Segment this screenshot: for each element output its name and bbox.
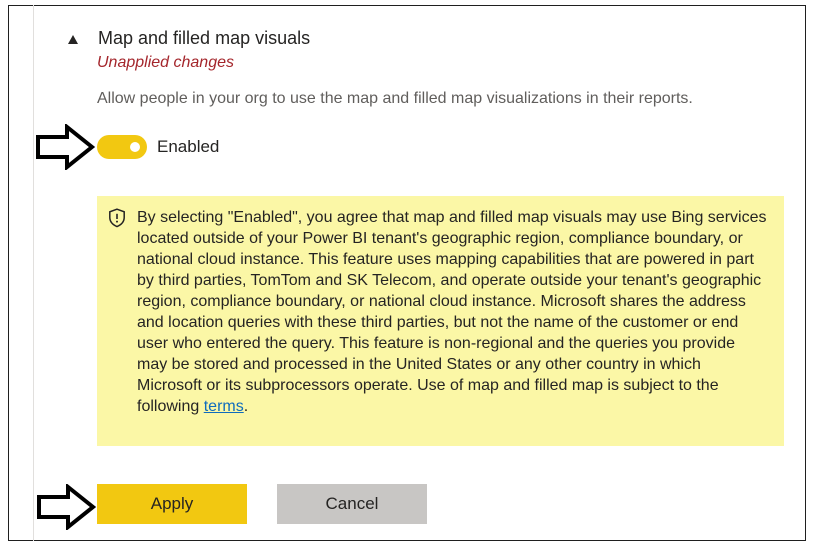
enabled-toggle[interactable]	[97, 135, 147, 159]
shield-icon	[109, 208, 125, 228]
toggle-knob	[130, 142, 140, 152]
arrow-right-icon	[36, 124, 95, 170]
notice-suffix: .	[243, 398, 249, 415]
caret-up-icon[interactable]	[68, 35, 78, 44]
section-divider	[33, 5, 34, 541]
terms-link[interactable]: terms	[204, 398, 244, 415]
consent-notice: By selecting "Enabled", you agree that m…	[97, 196, 784, 446]
toggle-label: Enabled	[157, 137, 220, 156]
cancel-button[interactable]: Cancel	[277, 484, 427, 524]
notice-text: By selecting "Enabled", you agree that m…	[137, 207, 768, 417]
setting-title: Map and filled map visuals	[98, 28, 311, 48]
apply-button[interactable]: Apply	[97, 484, 247, 524]
unapplied-changes-status: Unapplied changes	[97, 54, 234, 71]
enabled-toggle-row: Enabled	[97, 134, 219, 160]
setting-description: Allow people in your org to use the map …	[97, 90, 693, 107]
arrow-right-icon	[37, 484, 96, 530]
notice-body: By selecting "Enabled", you agree that m…	[137, 209, 767, 415]
